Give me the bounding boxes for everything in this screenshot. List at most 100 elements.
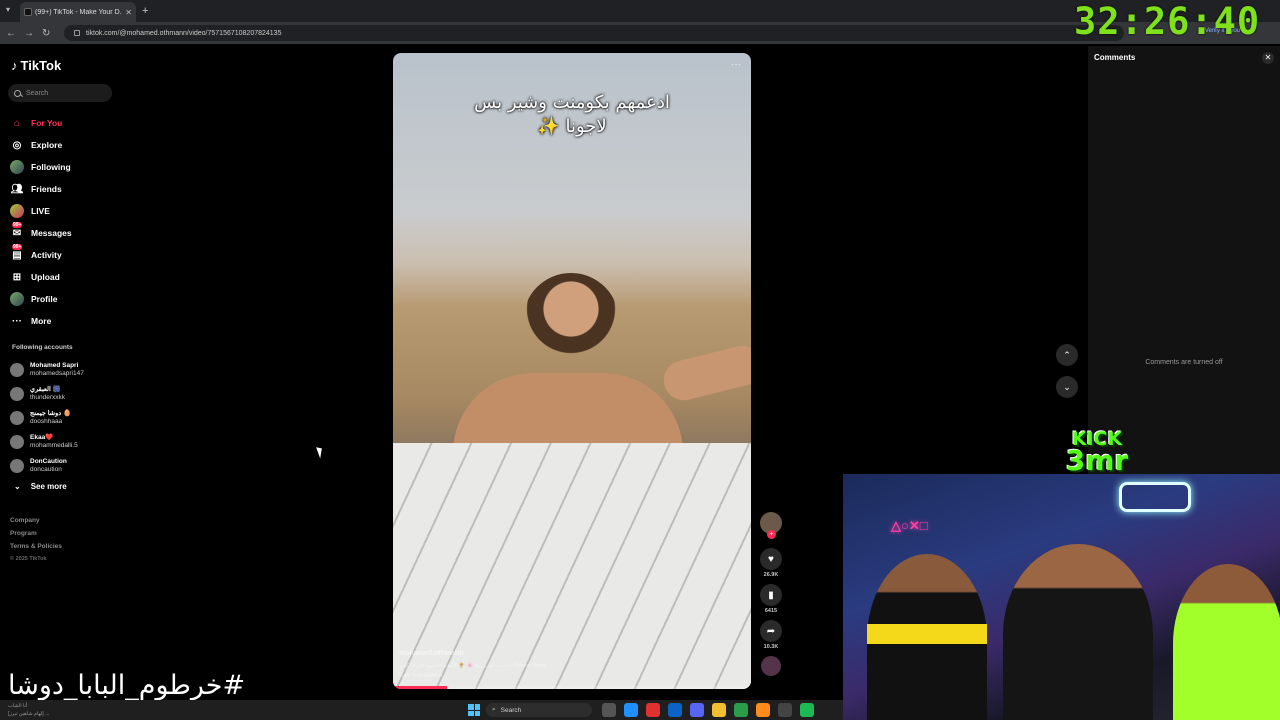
back-icon[interactable]: ← xyxy=(6,28,16,39)
nav-label: Explore xyxy=(31,140,63,150)
account-name: Mohamed Sapri xyxy=(30,362,79,369)
tab-menu-icon[interactable]: ▾ xyxy=(6,5,10,14)
browser-tab[interactable]: (99+) TikTok - Make Your D... ✕ xyxy=(20,2,136,22)
save-count: 6415 xyxy=(764,608,778,614)
tiktok-logo[interactable]: ♪ TikTok xyxy=(11,58,61,73)
nav-label: For You xyxy=(31,118,63,128)
see-more-label: See more xyxy=(30,482,67,491)
nav-messages[interactable]: ✉ 99+ Messages xyxy=(10,222,72,244)
upload-icon: ⊞ xyxy=(12,271,22,283)
task-view-icon[interactable] xyxy=(602,703,616,717)
comments-panel: Comments ✕ Comments are turned off xyxy=(1088,46,1280,474)
reload-icon[interactable]: ↻ xyxy=(42,28,50,39)
edge-icon[interactable] xyxy=(624,703,638,717)
nav-profile[interactable]: Profile xyxy=(10,288,72,310)
profile-icon xyxy=(10,292,24,306)
footer-program-link[interactable]: Program xyxy=(10,527,62,540)
nav-label: Following xyxy=(31,162,71,172)
windows-start-icon[interactable] xyxy=(468,704,480,716)
url-field[interactable]: tiktok.com/@mohamed.othmann/video/757156… xyxy=(64,25,1124,41)
live-icon xyxy=(10,204,24,218)
nav-more[interactable]: ··· More xyxy=(10,310,72,332)
follow-plus-icon[interactable]: + xyxy=(767,530,776,539)
search-icon: ⌕ xyxy=(492,706,496,713)
video-options-icon[interactable]: ··· xyxy=(731,59,741,70)
chevron-down-icon: ⌄ xyxy=(14,482,21,491)
nav-following[interactable]: Following xyxy=(10,156,72,178)
avatar xyxy=(10,363,24,377)
ticker-line2: [إلهام شاهين تبرز ... xyxy=(8,711,50,717)
account-name: العبقري 🎆 xyxy=(30,386,61,393)
video-progress-bar[interactable] xyxy=(393,686,751,689)
save-action[interactable]: ▮ 6415 xyxy=(759,584,783,614)
taskbar-search-label: Search xyxy=(500,706,522,714)
discord-icon[interactable] xyxy=(690,703,704,717)
following-account[interactable]: دوشا جيمنج 🥚 dooshhaaa xyxy=(10,406,84,430)
home-icon: ⌂ xyxy=(13,117,21,129)
sidebar-footer: Company Program Terms & Policies © 2025 … xyxy=(10,514,62,566)
footer-terms-link[interactable]: Terms & Policies xyxy=(10,540,62,553)
search-icon xyxy=(14,89,21,97)
like-action[interactable]: ♥ 26.9K xyxy=(759,548,783,578)
avatar xyxy=(10,411,24,425)
url-text: tiktok.com/@mohamed.othmann/video/757156… xyxy=(86,29,282,37)
outlook-icon[interactable] xyxy=(668,703,682,717)
video-player[interactable]: ··· ادعمهم بكومنت وشير بس لاجونا ✨ moham… xyxy=(393,53,751,689)
close-comments-icon[interactable]: ✕ xyxy=(1262,52,1274,64)
nav-label: Friends xyxy=(31,184,62,194)
see-translation-link[interactable]: See translation xyxy=(399,672,442,679)
app-red-icon[interactable] xyxy=(646,703,660,717)
see-more-button[interactable]: ⌄ See more xyxy=(14,482,67,491)
nav-label: Messages xyxy=(31,228,72,238)
tiktok-sidebar: ♪ TikTok Search ⌂ For You ◎ Explore Follow… xyxy=(0,46,130,720)
app-orange-icon[interactable] xyxy=(756,703,770,717)
nav-friends[interactable]: 👥︎ Friends xyxy=(10,178,72,200)
account-handle: dooshhaaa xyxy=(30,418,63,425)
following-account[interactable]: DonCaution doncaution xyxy=(10,454,84,478)
news-ticker[interactable]: أنا الشاب [إلهام شاهين تبرز ... xyxy=(8,702,49,718)
share-action[interactable]: ➦ 10.3K xyxy=(759,620,783,650)
site-info-icon[interactable] xyxy=(74,30,80,36)
nav-upload[interactable]: ⊞ Upload xyxy=(10,266,72,288)
following-icon xyxy=(10,160,24,174)
nav-for-you[interactable]: ⌂ For You xyxy=(10,112,72,134)
forward-icon[interactable]: → xyxy=(24,28,34,39)
activity-badge: 99+ xyxy=(12,244,23,250)
account-name: دوشا جيمنج 🥚 xyxy=(30,410,72,417)
spotify-icon[interactable] xyxy=(800,703,814,717)
nav-activity[interactable]: ▤ 99+ Activity xyxy=(10,244,72,266)
chrome-icon[interactable] xyxy=(734,703,748,717)
bookmark-icon[interactable]: ▮ xyxy=(760,584,782,606)
previous-video-button[interactable]: ⌃ xyxy=(1056,344,1078,366)
tiktok-favicon-icon xyxy=(24,8,32,16)
music-disc-icon[interactable] xyxy=(761,656,781,676)
heart-icon[interactable]: ♥ xyxy=(760,548,782,570)
new-tab-icon[interactable]: + xyxy=(142,5,148,17)
close-tab-icon[interactable]: ✕ xyxy=(125,8,132,17)
messages-badge: 99+ xyxy=(12,222,23,228)
avatar xyxy=(10,459,24,473)
nav-live[interactable]: LIVE xyxy=(10,200,72,222)
account-handle: mohamedsapri147 xyxy=(30,370,84,377)
following-account[interactable]: العبقري 🎆 thunderxxkk xyxy=(10,382,84,406)
share-count: 10.3K xyxy=(763,644,779,650)
author-avatar[interactable]: + xyxy=(760,512,782,539)
settings-icon[interactable] xyxy=(778,703,792,717)
taskbar-search[interactable]: ⌕ Search xyxy=(486,703,592,717)
file-explorer-icon[interactable] xyxy=(712,703,726,717)
video-author[interactable]: mohamed.othmann xyxy=(399,650,464,657)
stream-timer: 32:26:40 xyxy=(1074,0,1261,43)
mouse-cursor-icon xyxy=(316,445,325,459)
tab-title: (99+) TikTok - Make Your D... xyxy=(35,8,123,16)
next-video-button[interactable]: ⌄ xyxy=(1056,376,1078,398)
nav-label: More xyxy=(31,316,52,326)
share-icon[interactable]: ➦ xyxy=(760,620,782,642)
footer-company-link[interactable]: Company xyxy=(10,514,62,527)
nav-explore[interactable]: ◎ Explore xyxy=(10,134,72,156)
following-account[interactable]: Ekaa❤️ mohammedalli.5 xyxy=(10,430,84,454)
search-input[interactable]: Search xyxy=(8,84,112,102)
following-account[interactable]: Mohamed Sapri mohamedsapri147 xyxy=(10,358,84,382)
streamer-center xyxy=(1003,544,1153,720)
video-caption-line2: لاجونا ✨ xyxy=(537,116,607,137)
taskbar-apps xyxy=(602,703,814,717)
